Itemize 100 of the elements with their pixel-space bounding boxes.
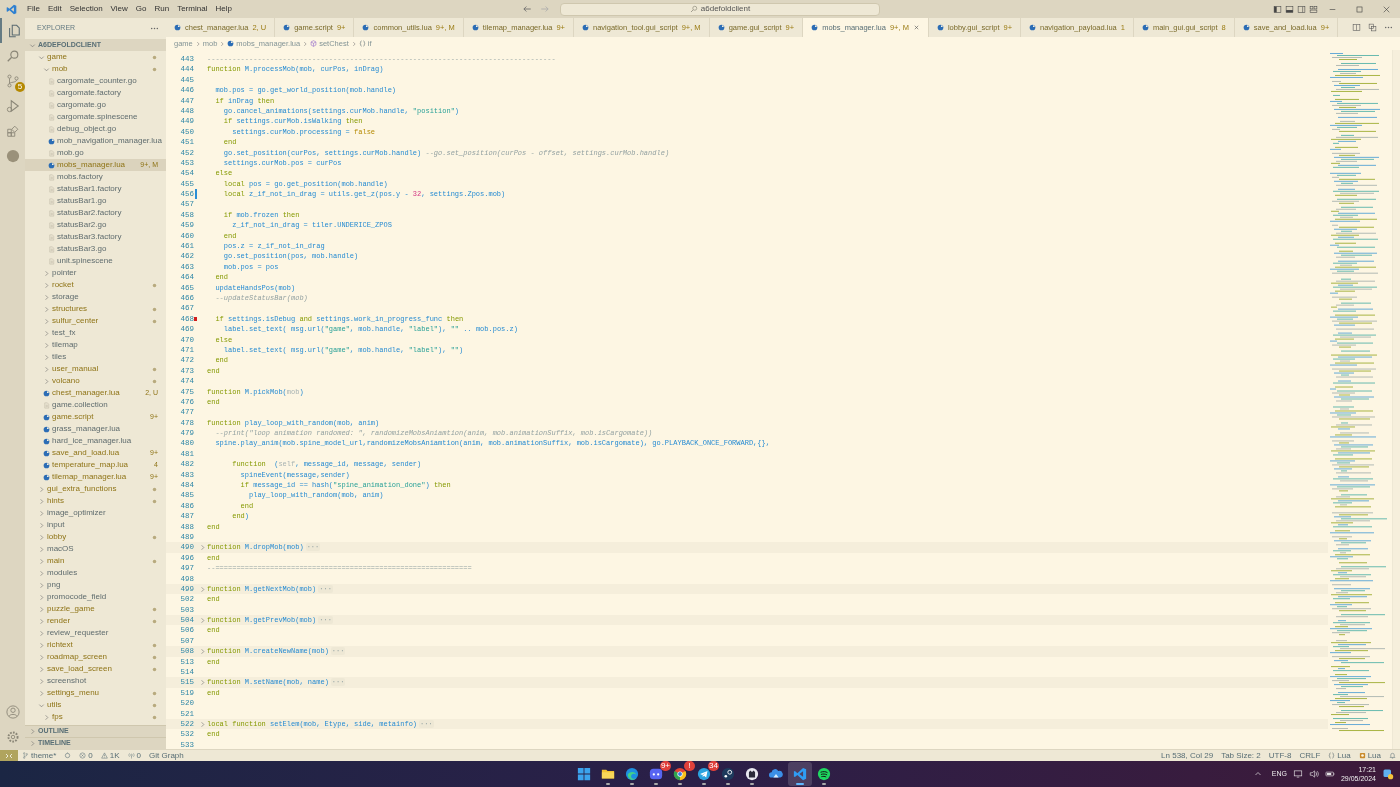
- menu-item[interactable]: Help: [211, 1, 236, 17]
- tree-item[interactable]: mob: [25, 63, 166, 75]
- status-item[interactable]: Lua: [1324, 750, 1355, 761]
- display-icon[interactable]: [1292, 769, 1303, 779]
- tree-item[interactable]: statusBar1.go: [25, 195, 166, 207]
- status-item[interactable]: Lua: [1354, 750, 1385, 761]
- tree-item[interactable]: statusBar3.factory: [25, 231, 166, 243]
- tree-item[interactable]: lobby: [25, 531, 166, 543]
- tree-item[interactable]: grass_manager.lua: [25, 423, 166, 435]
- tree-item[interactable]: unit.spinescene: [25, 255, 166, 267]
- status-item[interactable]: CRLF: [1295, 750, 1325, 761]
- menu-item[interactable]: Terminal: [173, 1, 212, 17]
- status-item[interactable]: 0: [123, 750, 146, 761]
- lua-file-icon: [582, 24, 589, 31]
- chevron-right-icon[interactable]: [198, 647, 206, 655]
- menu-item[interactable]: Selection: [65, 1, 107, 17]
- close-icon[interactable]: [912, 24, 920, 31]
- account-icon: [5, 704, 20, 719]
- tree-item[interactable]: rocket: [25, 279, 166, 291]
- tree-item[interactable]: mob_navigation_manager.lua: [25, 135, 166, 147]
- tree-item[interactable]: main: [25, 555, 166, 567]
- activity-button[interactable]: 5: [0, 68, 25, 93]
- tree-item[interactable]: gui_extra_functions: [25, 483, 166, 495]
- notification-icon[interactable]: [1382, 768, 1394, 780]
- tree-item[interactable]: review_requester: [25, 627, 166, 639]
- lua-icon: [1358, 752, 1366, 759]
- remote-button[interactable]: [0, 750, 18, 761]
- tree-item[interactable]: debug_object.go: [25, 123, 166, 135]
- lua-file-icon: [717, 24, 725, 31]
- tree-item[interactable]: promocode_field: [25, 591, 166, 603]
- status-item[interactable]: Ln 538, Col 29: [1157, 750, 1218, 761]
- chevron-right-icon[interactable]: [198, 720, 206, 728]
- chevron-right-icon[interactable]: [198, 544, 206, 552]
- tree-item[interactable]: screenshot: [25, 675, 166, 687]
- tree-item[interactable]: modules: [25, 567, 166, 579]
- tree-item[interactable]: statusBar1.factory: [25, 183, 166, 195]
- tree-item[interactable]: pointer: [25, 267, 166, 279]
- status-item[interactable]: theme*: [18, 750, 61, 761]
- status-item[interactable]: Tab Size: 2: [1217, 750, 1265, 761]
- tree-item[interactable]: mobs.factory: [25, 171, 166, 183]
- taskbar-app-button[interactable]: !: [668, 762, 692, 786]
- tree-item[interactable]: sulfur_center: [25, 315, 166, 327]
- taskbar-app-button[interactable]: 9+: [644, 762, 668, 786]
- tree-item[interactable]: save_load_screen: [25, 663, 166, 675]
- toolbar-button[interactable]: [1368, 22, 1378, 33]
- vscode-icon[interactable]: [6, 3, 17, 15]
- chevron-down-icon: [38, 701, 45, 709]
- tree-item[interactable]: game: [25, 51, 166, 63]
- menu-item[interactable]: Edit: [43, 1, 66, 17]
- tree-item[interactable]: hard_ice_manager.lua: [25, 435, 166, 447]
- tree-item[interactable]: game.collection: [25, 399, 166, 411]
- sync-icon: [64, 752, 72, 759]
- tree-item[interactable]: settings_menu: [25, 687, 166, 699]
- chevron-right-icon[interactable]: [198, 679, 206, 687]
- status-item[interactable]: 0: [75, 750, 97, 761]
- menu-item[interactable]: Run: [150, 1, 174, 17]
- search-field[interactable]: a6defoldclient: [560, 2, 880, 16]
- tree-item[interactable]: puzzle_game: [25, 603, 166, 615]
- tree-item[interactable]: png: [25, 579, 166, 591]
- tree-item[interactable]: volcano: [25, 375, 166, 387]
- tree-item[interactable]: image_optimizer: [25, 507, 166, 519]
- chevron-right-icon[interactable]: [198, 585, 206, 593]
- tree-item[interactable]: cargomate.go: [25, 99, 166, 111]
- tree-item[interactable]: tiles: [25, 351, 166, 363]
- tree-item[interactable]: cargomate.factory: [25, 87, 166, 99]
- tree-item[interactable]: user_manual: [25, 363, 166, 375]
- tree-item[interactable]: render: [25, 615, 166, 627]
- menu-item[interactable]: File: [23, 1, 44, 17]
- scrollbar[interactable]: [1392, 50, 1400, 749]
- tree-item[interactable]: statusBar3.go: [25, 243, 166, 255]
- toolbar-button[interactable]: [1352, 22, 1362, 33]
- tree-item[interactable]: tilemap: [25, 339, 166, 351]
- tree-item[interactable]: utils: [25, 699, 166, 711]
- file-icon: [48, 149, 55, 157]
- tree-item[interactable]: cargomate_counter.go: [25, 75, 166, 87]
- battery-icon[interactable]: [1324, 769, 1335, 779]
- tree-item[interactable]: statusBar2.factory: [25, 207, 166, 219]
- menu-item[interactable]: View: [106, 1, 132, 17]
- windows-logo-icon: [577, 767, 591, 781]
- chevron-right-icon[interactable]: [198, 616, 206, 624]
- tree-item[interactable]: fps: [25, 711, 166, 723]
- menu-item[interactable]: Go: [131, 1, 151, 17]
- layout-icon: [1296, 4, 1306, 14]
- status-item[interactable]: 1K: [96, 750, 124, 761]
- tree-item[interactable]: macOS: [25, 543, 166, 555]
- tree-item[interactable]: input: [25, 519, 166, 531]
- status-item[interactable]: UTF-8: [1264, 750, 1296, 761]
- status-item[interactable]: Git Graph: [145, 750, 188, 761]
- tree-item[interactable]: richtext: [25, 639, 166, 651]
- tree-item[interactable]: roadmap_screen: [25, 651, 166, 663]
- tree-item[interactable]: cargomate.spinescene: [25, 111, 166, 123]
- tree-item[interactable]: hints: [25, 495, 166, 507]
- tree-item[interactable]: mob.go: [25, 147, 166, 159]
- speaker-icon[interactable]: [1308, 769, 1319, 779]
- tree-item[interactable]: structures: [25, 303, 166, 315]
- tree-item[interactable]: statusBar2.go: [25, 219, 166, 231]
- taskbar-app-button[interactable]: 34: [692, 762, 716, 786]
- tree-item[interactable]: storage: [25, 291, 166, 303]
- lua-file-icon: [43, 413, 50, 421]
- tree-item[interactable]: test_fx: [25, 327, 166, 339]
